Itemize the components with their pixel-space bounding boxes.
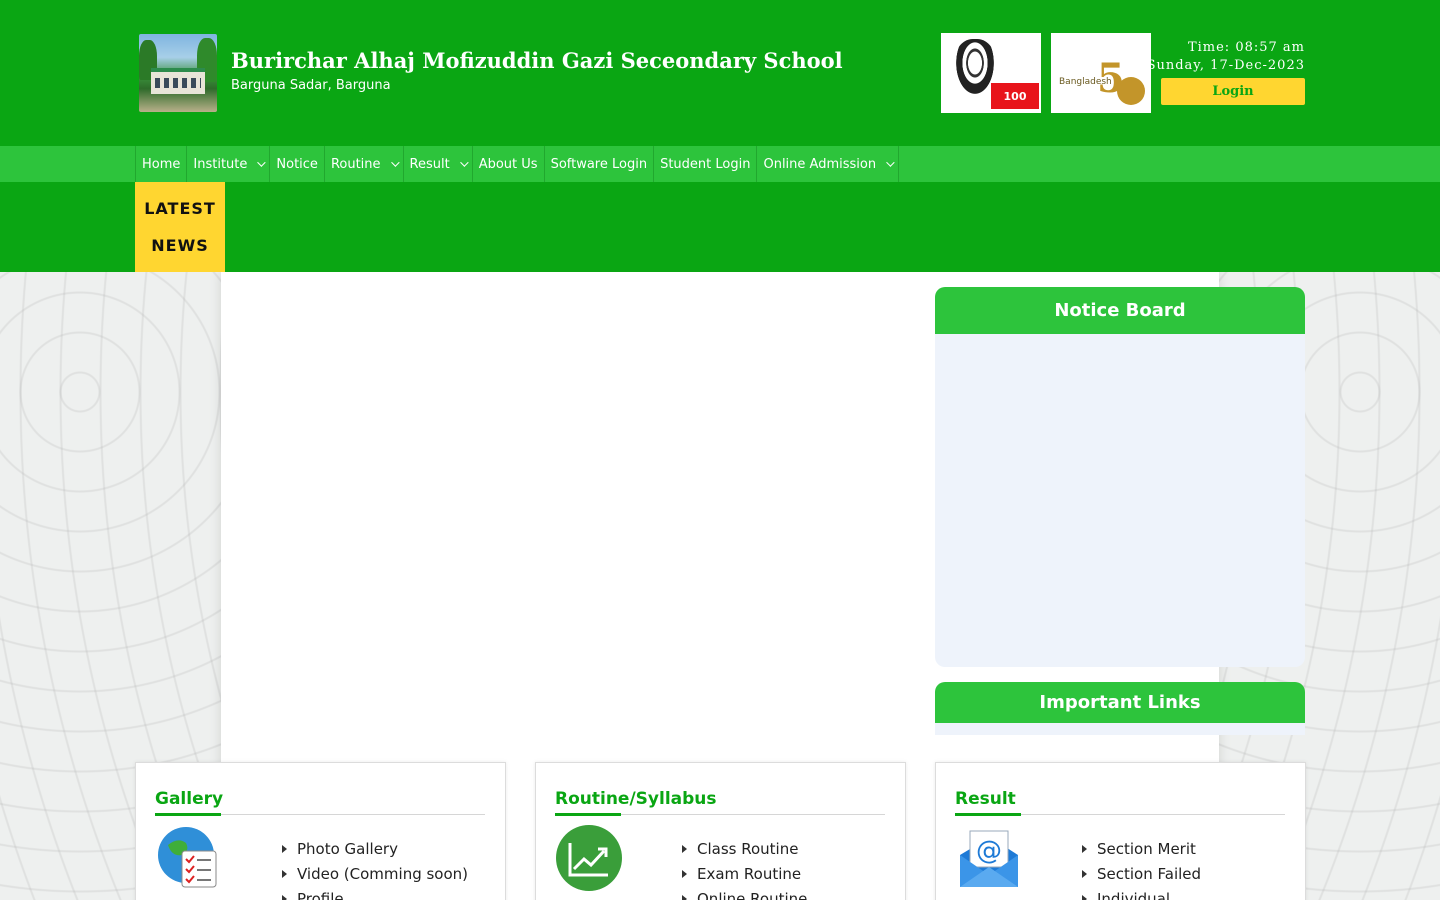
- link-class-routine[interactable]: Class Routine: [682, 836, 807, 861]
- link-label: Section Merit: [1097, 839, 1196, 858]
- nav-item-online-admission[interactable]: Online Admission: [757, 146, 900, 182]
- caret-right-icon: [1082, 869, 1087, 878]
- school-name: Burirchar Alhaj Mofizuddin Gazi Seceonda…: [231, 48, 843, 73]
- link-section-merit[interactable]: Section Merit: [1082, 836, 1201, 861]
- caret-right-icon: [282, 894, 287, 900]
- login-button[interactable]: Login: [1161, 78, 1305, 105]
- link-exam-routine[interactable]: Exam Routine: [682, 861, 807, 886]
- svg-text:@: @: [976, 836, 1002, 866]
- divider-accent: [155, 813, 221, 816]
- link-section-failed[interactable]: Section Failed: [1082, 861, 1201, 886]
- current-time: Time: 08:57 am: [1187, 40, 1305, 55]
- card-title: Routine/Syllabus: [555, 789, 717, 809]
- link-individual[interactable]: Individual: [1082, 886, 1201, 900]
- nav-item-institute[interactable]: Institute: [187, 146, 271, 182]
- nav-item-label: Online Admission: [763, 156, 877, 172]
- nav-item-home[interactable]: Home: [136, 146, 188, 182]
- link-video[interactable]: Video (Comming soon): [282, 861, 468, 886]
- nav-item-label: Institute: [193, 156, 248, 172]
- nav-item-label: Notice: [276, 156, 318, 172]
- nav-item-label: Student Login: [660, 156, 751, 172]
- link-profile[interactable]: Profile: [282, 886, 468, 900]
- nav-item-notice[interactable]: Notice: [270, 146, 325, 182]
- nav-item-about-us[interactable]: About Us: [473, 146, 545, 182]
- nav-item-student-login[interactable]: Student Login: [654, 146, 758, 182]
- caret-right-icon: [682, 869, 687, 878]
- caret-right-icon: [282, 869, 287, 878]
- school-address: Barguna Sadar, Barguna: [231, 78, 391, 93]
- caret-right-icon: [1082, 894, 1087, 900]
- divider-accent: [555, 813, 621, 816]
- link-label: Individual: [1097, 889, 1171, 900]
- chevron-down-icon: [459, 158, 469, 167]
- link-label: Photo Gallery: [297, 839, 398, 858]
- important-links-header: Important Links: [935, 682, 1305, 723]
- nav-item-label: Result: [409, 156, 450, 172]
- result-card: Result @ Section Merit Section Failed In…: [935, 762, 1306, 900]
- important-links-body: [935, 723, 1305, 735]
- gallery-card: Gallery Photo Gallery Video (Comming soo…: [135, 762, 506, 900]
- link-label: Video (Comming soon): [297, 864, 469, 883]
- nav-item-routine[interactable]: Routine: [325, 146, 404, 182]
- link-label: Online Routine: [697, 889, 808, 900]
- caret-right-icon: [282, 844, 287, 853]
- link-label: Profile: [297, 889, 344, 900]
- divider-accent: [955, 813, 1021, 816]
- latest-news-line2: NEWS: [151, 236, 209, 255]
- bangladesh-50-logo: 5 Bangladesh: [1051, 33, 1151, 113]
- notice-board-body: [935, 334, 1305, 667]
- link-photo-gallery[interactable]: Photo Gallery: [282, 836, 468, 861]
- result-links: Section Merit Section Failed Individual: [1082, 836, 1201, 900]
- trend-chart-icon: [556, 825, 622, 891]
- chevron-down-icon: [886, 158, 895, 167]
- nav-item-result[interactable]: Result: [404, 146, 473, 182]
- notice-board-header: Notice Board: [935, 287, 1305, 334]
- image-slider[interactable]: [221, 287, 905, 727]
- site-header: Burirchar Alhaj Mofizuddin Gazi Seceonda…: [0, 0, 1440, 146]
- chevron-down-icon: [257, 158, 267, 167]
- nav-item-label: Home: [142, 156, 181, 172]
- latest-news-label: LATEST NEWS: [135, 182, 225, 272]
- caret-right-icon: [682, 844, 687, 853]
- chevron-down-icon: [390, 158, 400, 167]
- routine-links: Class Routine Exam Routine Online Routin…: [682, 836, 807, 900]
- nav-item-software-login[interactable]: Software Login: [545, 146, 655, 182]
- link-label: Section Failed: [1097, 864, 1202, 883]
- email-envelope-icon: @: [960, 830, 1018, 887]
- card-title: Result: [955, 789, 1016, 809]
- link-online-routine[interactable]: Online Routine: [682, 886, 807, 900]
- gallery-links: Photo Gallery Video (Comming soon) Profi…: [282, 836, 468, 900]
- caret-right-icon: [682, 894, 687, 900]
- latest-news-line1: LATEST: [144, 199, 216, 218]
- current-date: Sunday, 17-Dec-2023: [1146, 58, 1305, 73]
- routine-card: Routine/Syllabus Class Routine Exam Rout…: [535, 762, 906, 900]
- link-label: Exam Routine: [697, 864, 802, 883]
- school-logo[interactable]: [139, 34, 217, 112]
- nav-menu: Home Institute Notice Routine Result Abo…: [135, 146, 900, 182]
- link-label: Class Routine: [697, 839, 799, 858]
- card-title: Gallery: [155, 789, 224, 809]
- main-navbar: Home Institute Notice Routine Result Abo…: [0, 146, 1440, 182]
- nav-item-label: Software Login: [550, 156, 648, 172]
- nav-item-label: Routine: [330, 156, 381, 172]
- caret-right-icon: [1082, 844, 1087, 853]
- globe-checklist-icon: [158, 827, 217, 888]
- nav-item-label: About Us: [478, 156, 538, 172]
- mujib-100-logo: 100: [941, 33, 1041, 113]
